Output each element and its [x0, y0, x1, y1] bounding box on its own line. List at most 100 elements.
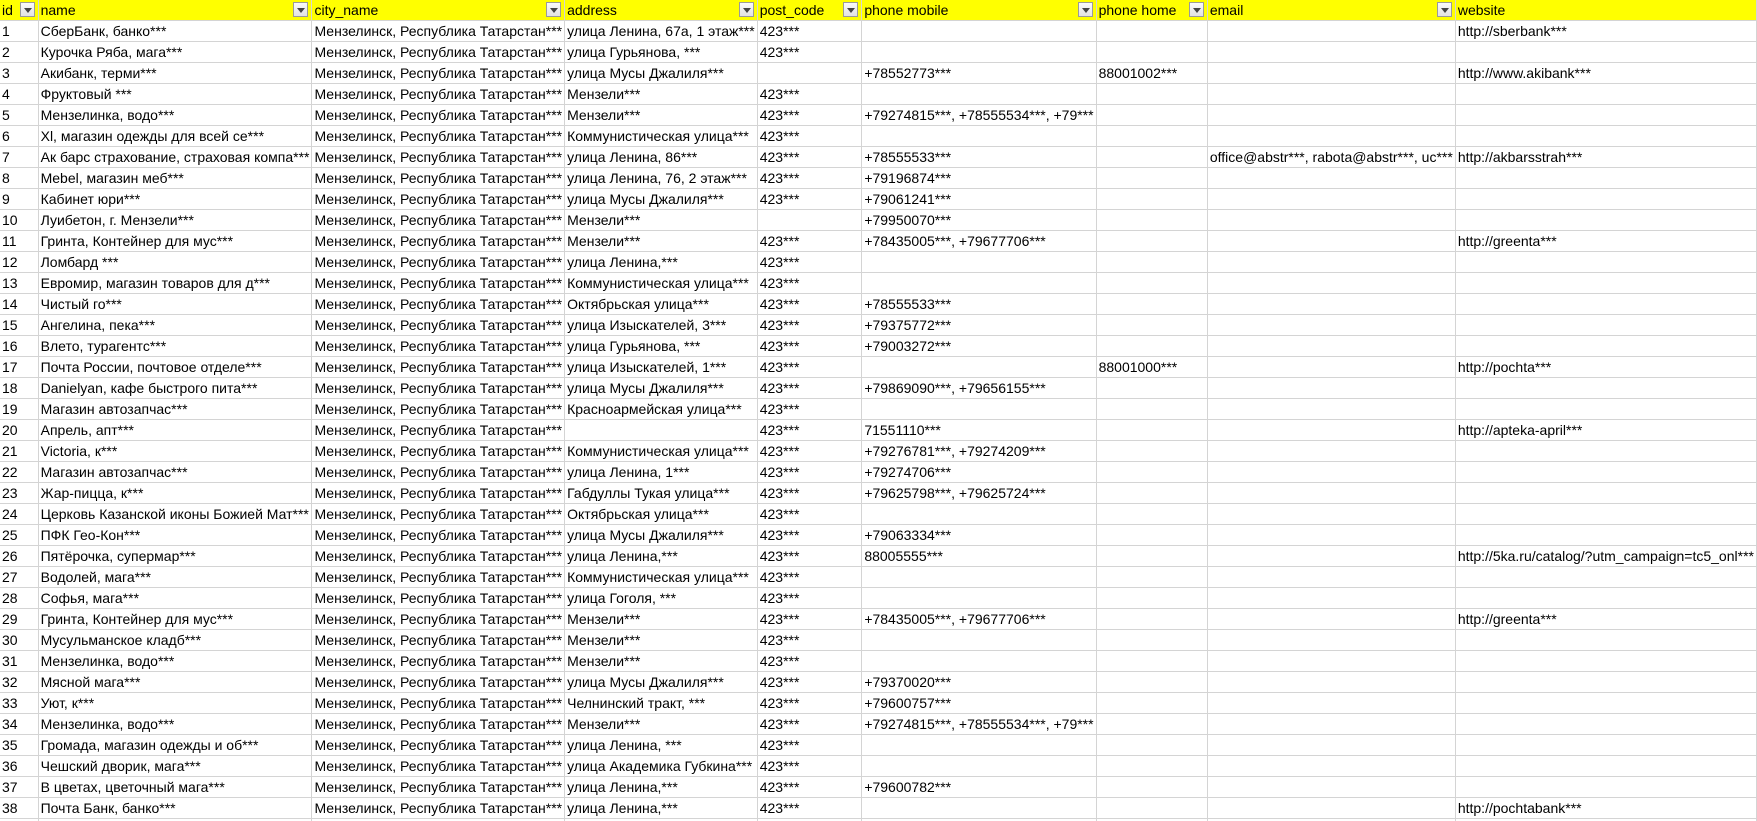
cell-name[interactable]: Чистый го***	[38, 293, 313, 315]
cell-id[interactable]: 3	[0, 62, 39, 84]
cell-email[interactable]	[1207, 335, 1456, 357]
cell-id[interactable]: 26	[0, 545, 39, 567]
cell-website[interactable]	[1455, 692, 1757, 714]
cell-phone-home[interactable]	[1096, 776, 1208, 798]
cell-phone-home[interactable]	[1096, 146, 1208, 168]
cell-id[interactable]: 19	[0, 398, 39, 420]
cell-id[interactable]: 35	[0, 734, 39, 756]
cell-website[interactable]	[1455, 83, 1757, 105]
cell-phone-mobile[interactable]: +79063334***	[861, 524, 1097, 546]
cell-phone-mobile[interactable]	[861, 398, 1097, 420]
cell-city[interactable]: Мензелинск, Республика Татарстан***	[311, 419, 566, 441]
cell-website[interactable]: http://akbarsstrah***	[1455, 146, 1757, 168]
cell-email[interactable]	[1207, 419, 1456, 441]
cell-id[interactable]: 32	[0, 671, 39, 693]
cell-id[interactable]: 9	[0, 188, 39, 210]
cell-id[interactable]: 22	[0, 461, 39, 483]
cell-post-code[interactable]: 423***	[757, 314, 863, 336]
cell-id[interactable]: 4	[0, 83, 39, 105]
cell-city[interactable]: Мензелинск, Республика Татарстан***	[311, 251, 566, 273]
cell-id[interactable]: 6	[0, 125, 39, 147]
filter-dropdown-icon[interactable]	[293, 2, 309, 17]
cell-city[interactable]: Мензелинск, Республика Татарстан***	[311, 356, 566, 378]
cell-post-code[interactable]: 423***	[757, 503, 863, 525]
cell-name[interactable]: Магазин автозапчас***	[38, 398, 313, 420]
cell-website[interactable]: http://apteka-april***	[1455, 419, 1757, 441]
cell-email[interactable]	[1207, 104, 1456, 126]
cell-email[interactable]	[1207, 209, 1456, 231]
cell-address[interactable]: улица Гурьянова, ***	[564, 335, 758, 357]
cell-address[interactable]: Мензели***	[564, 83, 758, 105]
cell-website[interactable]	[1455, 167, 1757, 189]
cell-city[interactable]: Мензелинск, Республика Татарстан***	[311, 167, 566, 189]
cell-website[interactable]	[1455, 671, 1757, 693]
cell-address[interactable]: Мензели***	[564, 104, 758, 126]
cell-phone-mobile[interactable]	[861, 734, 1097, 756]
cell-website[interactable]	[1455, 629, 1757, 651]
cell-website[interactable]	[1455, 41, 1757, 63]
cell-email[interactable]	[1207, 503, 1456, 525]
cell-phone-home[interactable]	[1096, 587, 1208, 609]
cell-post-code[interactable]: 423***	[757, 272, 863, 294]
cell-website[interactable]	[1455, 251, 1757, 273]
filter-dropdown-icon[interactable]	[843, 2, 859, 17]
cell-id[interactable]: 16	[0, 335, 39, 357]
cell-phone-home[interactable]	[1096, 188, 1208, 210]
cell-website[interactable]	[1455, 734, 1757, 756]
cell-name[interactable]: Церковь Казанской иконы Божией Мат***	[38, 503, 313, 525]
cell-phone-mobile[interactable]: +79196874***	[861, 167, 1097, 189]
cell-address[interactable]: улица Гурьянова, ***	[564, 41, 758, 63]
cell-website[interactable]	[1455, 755, 1757, 777]
cell-website[interactable]	[1455, 335, 1757, 357]
cell-city[interactable]: Мензелинск, Республика Татарстан***	[311, 482, 566, 504]
cell-phone-mobile[interactable]: +79375772***	[861, 314, 1097, 336]
cell-post-code[interactable]: 423***	[757, 188, 863, 210]
cell-website[interactable]	[1455, 104, 1757, 126]
cell-post-code[interactable]: 423***	[757, 692, 863, 714]
cell-email[interactable]	[1207, 125, 1456, 147]
cell-address[interactable]: улица Академика Губкина***	[564, 755, 758, 777]
cell-phone-mobile[interactable]	[861, 356, 1097, 378]
cell-website[interactable]	[1455, 587, 1757, 609]
cell-website[interactable]	[1455, 776, 1757, 798]
cell-city[interactable]: Мензелинск, Республика Татарстан***	[311, 776, 566, 798]
cell-city[interactable]: Мензелинск, Республика Татарстан***	[311, 188, 566, 210]
cell-website[interactable]	[1455, 650, 1757, 672]
cell-address[interactable]: Мензели***	[564, 230, 758, 252]
filter-dropdown-icon[interactable]	[1188, 2, 1204, 17]
cell-email[interactable]	[1207, 167, 1456, 189]
cell-phone-home[interactable]	[1096, 272, 1208, 294]
cell-website[interactable]	[1455, 713, 1757, 735]
cell-city[interactable]: Мензелинск, Республика Татарстан***	[311, 713, 566, 735]
cell-post-code[interactable]: 423***	[757, 251, 863, 273]
column-header-phone-home[interactable]: phone home	[1096, 0, 1208, 21]
cell-phone-mobile[interactable]: +79276781***, +79274209***	[861, 440, 1097, 462]
filter-dropdown-icon[interactable]	[1077, 2, 1093, 17]
cell-city[interactable]: Мензелинск, Республика Татарстан***	[311, 398, 566, 420]
cell-address[interactable]: улица Мусы Джалиля***	[564, 524, 758, 546]
cell-city[interactable]: Мензелинск, Республика Татарстан***	[311, 671, 566, 693]
filter-dropdown-icon[interactable]	[738, 2, 754, 17]
cell-phone-mobile[interactable]: +79600757***	[861, 692, 1097, 714]
cell-phone-mobile[interactable]: +79625798***, +79625724***	[861, 482, 1097, 504]
cell-email[interactable]	[1207, 83, 1456, 105]
cell-city[interactable]: Мензелинск, Республика Татарстан***	[311, 335, 566, 357]
cell-post-code[interactable]: 423***	[757, 419, 863, 441]
cell-phone-home[interactable]	[1096, 692, 1208, 714]
cell-name[interactable]: Громада, магазин одежды и об***	[38, 734, 313, 756]
cell-phone-mobile[interactable]	[861, 755, 1097, 777]
cell-phone-mobile[interactable]	[861, 587, 1097, 609]
cell-phone-home[interactable]	[1096, 482, 1208, 504]
cell-website[interactable]	[1455, 293, 1757, 315]
cell-website[interactable]	[1455, 566, 1757, 588]
cell-post-code[interactable]: 423***	[757, 293, 863, 315]
cell-website[interactable]: http://5ka.ru/catalog/?utm_campaign=tc5_…	[1455, 545, 1757, 567]
cell-post-code[interactable]	[757, 62, 863, 84]
cell-address[interactable]: Мензели***	[564, 713, 758, 735]
cell-phone-mobile[interactable]: 88005555***	[861, 545, 1097, 567]
cell-city[interactable]: Мензелинск, Республика Татарстан***	[311, 104, 566, 126]
cell-address[interactable]: улица Мусы Джалиля***	[564, 377, 758, 399]
cell-id[interactable]: 30	[0, 629, 39, 651]
cell-city[interactable]: Мензелинск, Республика Татарстан***	[311, 314, 566, 336]
cell-city[interactable]: Мензелинск, Республика Татарстан***	[311, 545, 566, 567]
